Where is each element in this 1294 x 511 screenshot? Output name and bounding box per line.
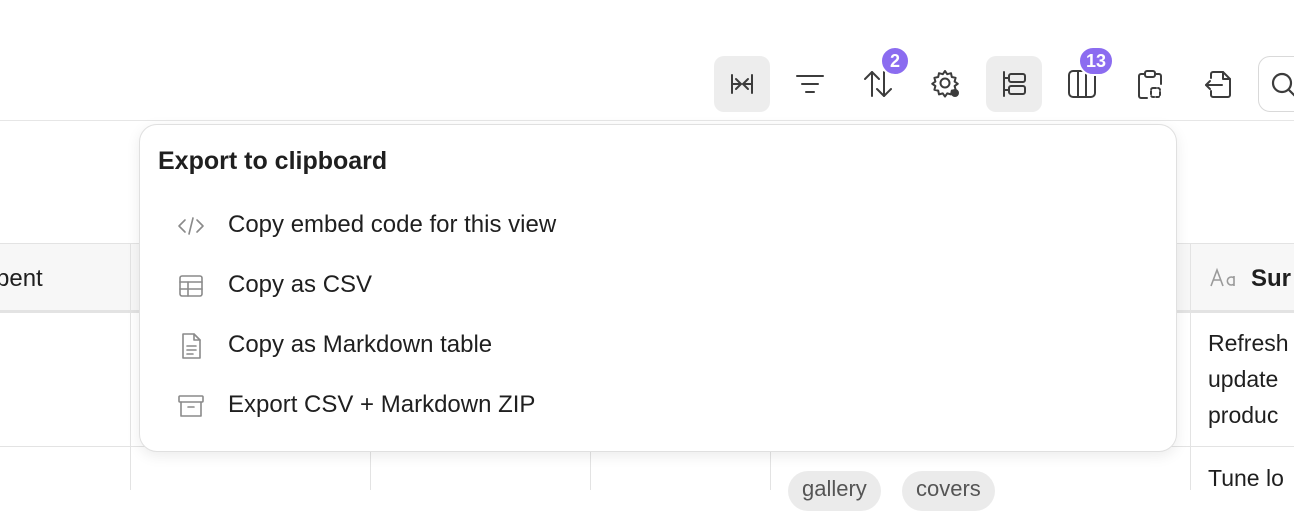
export-popover: Export to clipboard Copy embed code for … [139,124,1177,452]
table-icon [179,275,203,297]
copy-embed-code-item[interactable]: Copy embed code for this view [158,197,1158,253]
column-header[interactable]: pent [0,265,43,293]
table-cell: produc [1208,402,1279,428]
menu-item-label: Copy as Markdown table [228,331,493,358]
sort-count-badge: 2 [880,46,910,76]
document-icon [182,333,201,359]
file-import-icon [1205,71,1231,98]
collapse-columns-button[interactable] [714,56,770,112]
clipboard-icon [1138,70,1162,99]
table-cell: Refresh [1208,330,1289,356]
menu-item-label: Copy embed code for this view [228,211,557,238]
code-icon [178,217,204,235]
collapse-columns-icon [731,74,753,94]
columns-count-badge: 13 [1077,46,1114,76]
tag-chip[interactable]: covers [902,471,995,511]
filter-button[interactable] [782,56,838,112]
column-header-summary[interactable]: Sur [1251,265,1291,293]
menu-item-label: Export CSV + Markdown ZIP [228,391,536,418]
gear-icon [931,70,959,98]
sort-button[interactable]: 2 [850,46,910,112]
search-icon [1271,72,1294,97]
columns-button[interactable]: 13 [1054,46,1114,112]
archive-icon [178,395,204,417]
import-button[interactable] [1190,56,1246,112]
copy-csv-item[interactable]: Copy as CSV [158,257,1158,313]
table-cell: Tune lo [1208,465,1284,491]
table-cell: update [1208,366,1279,392]
group-icon [1003,71,1026,97]
toolbar: 2 13 [0,0,1294,121]
settings-button[interactable] [918,56,974,112]
export-zip-item[interactable]: Export CSV + Markdown ZIP [158,377,1158,433]
export-clipboard-button[interactable] [1122,56,1178,112]
menu-item-label: Copy as CSV [228,271,373,298]
search-input[interactable] [1258,56,1294,112]
tag-chip[interactable]: gallery [788,471,881,511]
copy-markdown-item[interactable]: Copy as Markdown table [158,317,1158,373]
filter-icon [796,75,824,93]
popover-title: Export to clipboard [158,147,388,175]
group-button[interactable] [986,56,1042,112]
text-type-icon [1210,267,1235,287]
